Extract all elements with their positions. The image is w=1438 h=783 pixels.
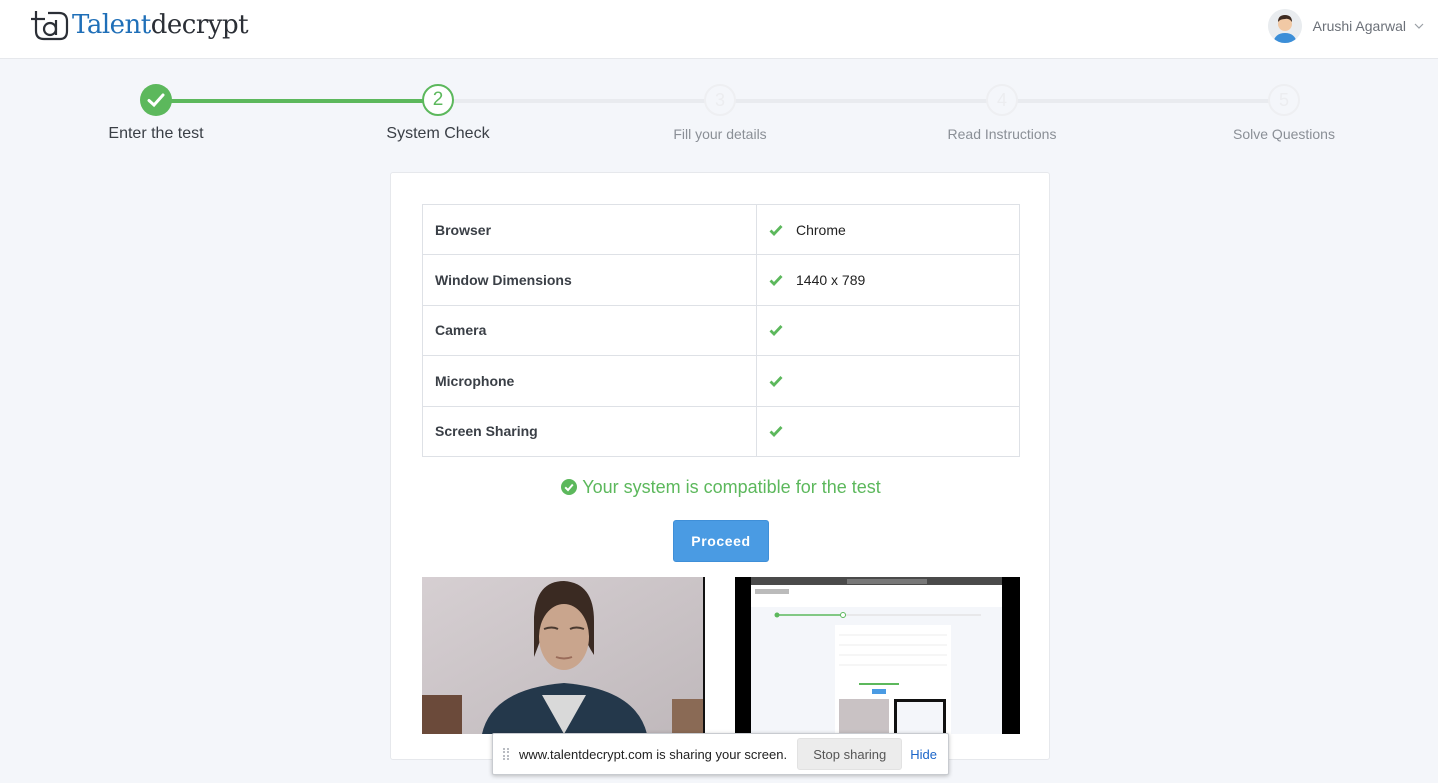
system-check-card: Browser Chrome Window Dimensions 1440 x … [390, 172, 1050, 760]
screen-share-preview [735, 577, 1020, 734]
chevron-down-icon [1414, 23, 1424, 29]
check-circle-icon [561, 479, 578, 495]
check-pass-icon [769, 224, 783, 236]
stop-sharing-button[interactable]: Stop sharing [797, 738, 903, 770]
check-label: Camera [422, 304, 757, 357]
step-label: Read Instructions [947, 126, 1057, 142]
user-name: Arushi Agarwal [1312, 18, 1406, 34]
talentdecrypt-logo[interactable]: Talentdecrypt [30, 5, 249, 45]
user-menu[interactable]: Arushi Agarwal [1267, 8, 1424, 44]
screen-sharing-bar: www.talentdecrypt.com is sharing your sc… [492, 733, 949, 775]
table-row: Screen Sharing [422, 405, 1020, 457]
screen-capture-image [751, 577, 1002, 734]
check-value [756, 405, 1020, 457]
step-fill-details: 3 Fill your details [620, 84, 820, 142]
drag-handle-icon[interactable] [503, 748, 509, 760]
check-value: Chrome [756, 203, 1020, 256]
step-solve-questions: 5 Solve Questions [1184, 84, 1384, 142]
logo-text: Talentdecrypt [72, 10, 249, 40]
check-label: Screen Sharing [422, 405, 757, 457]
checkmark-icon [147, 93, 165, 108]
proceed-button[interactable]: Proceed [673, 520, 769, 562]
step-read-instructions: 4 Read Instructions [902, 84, 1102, 142]
compatibility-message: Your system is compatible for the test [391, 477, 1051, 498]
system-check-table: Browser Chrome Window Dimensions 1440 x … [422, 203, 1020, 457]
check-label: Window Dimensions [422, 254, 757, 306]
check-value: 1440 x 789 [756, 254, 1020, 306]
step-number-circle: 4 [986, 84, 1018, 116]
check-pass-icon [769, 426, 783, 438]
check-pass-icon [769, 375, 783, 387]
top-header: Talentdecrypt Arushi Agarwal [0, 0, 1438, 59]
logo-mark-icon [31, 11, 69, 41]
check-label: Browser [422, 203, 757, 256]
step-label: System Check [386, 125, 490, 142]
step-number-circle: 5 [1268, 84, 1300, 116]
hide-link[interactable]: Hide [910, 747, 937, 762]
table-row: Microphone [422, 355, 1020, 407]
step-number-circle: 2 [422, 84, 454, 116]
step-enter-test: Enter the test [56, 84, 256, 143]
step-number-circle: 3 [704, 84, 736, 116]
table-row: Camera [422, 304, 1020, 357]
step-system-check: 2 System Check [338, 84, 538, 143]
step-label: Fill your details [673, 126, 767, 142]
step-label: Solve Questions [1233, 126, 1335, 142]
check-value [756, 304, 1020, 357]
check-value [756, 355, 1020, 407]
progress-stepper: Enter the test 2 System Check 3 Fill you… [0, 84, 1438, 154]
camera-feed-image [422, 577, 703, 734]
camera-preview [422, 577, 705, 734]
check-pass-icon [769, 275, 783, 287]
sharing-message: www.talentdecrypt.com is sharing your sc… [519, 746, 788, 762]
check-pass-icon [769, 325, 783, 337]
step-done-circle [140, 84, 172, 116]
user-avatar [1267, 9, 1302, 43]
check-label: Microphone [422, 355, 757, 407]
table-row: Window Dimensions 1440 x 789 [422, 254, 1020, 306]
step-connector [438, 99, 1284, 103]
screen-share-thumbnail [751, 577, 1002, 734]
table-row: Browser Chrome [422, 203, 1020, 256]
step-label: Enter the test [108, 125, 204, 142]
avatar-person-icon [1267, 9, 1302, 43]
